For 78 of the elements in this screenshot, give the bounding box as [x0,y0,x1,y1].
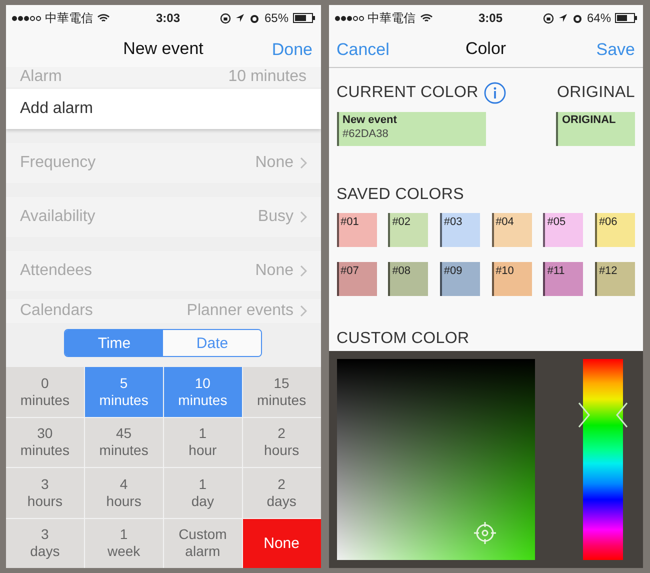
signal-icon [334,16,364,20]
alarm-option[interactable]: None [242,518,320,568]
saved-color-swatch[interactable]: #09 [440,262,480,296]
row-value: 10 minutes [228,68,306,86]
color-gradient-field[interactable] [336,359,534,560]
segment-tab[interactable]: Time [65,330,164,356]
carrier-name: 中華電信 [368,10,416,26]
alarm-option[interactable]: 4 hours [84,468,163,518]
alarm-option[interactable]: 2 hours [242,418,320,467]
row-value: Planner events [186,302,294,320]
row-value: None [255,262,294,280]
saved-color-swatch[interactable]: #05 [543,213,584,247]
status-time: 3:05 [478,11,503,25]
row-label: Alarm [20,68,62,86]
chevron-icon [300,305,306,317]
nav-title: New event [123,39,204,59]
location-arrow-icon [558,13,568,23]
saved-color-swatch[interactable]: #04 [492,213,532,247]
location-arrow-icon [235,13,246,23]
signal-icon [12,16,41,20]
segment-tab[interactable]: Date [163,330,262,356]
wifi-icon [97,13,110,23]
alarm-option[interactable]: 1 week [84,518,163,568]
chevron-icon [300,211,306,223]
row-label: Calendars [20,302,93,320]
chevron-icon [300,157,306,169]
rotation-lock-icon [542,12,554,24]
swatch-name: ORIGINAL [562,114,617,126]
section-heading: ORIGINAL [556,84,635,102]
alarm-clock-icon [249,12,260,24]
battery-icon [292,13,314,23]
alarm-clock-icon [572,12,583,24]
section-heading: CURRENT COLOR [336,84,478,102]
alarm-option[interactable]: 15 minutes [242,367,320,416]
saved-color-swatch[interactable]: #06 [594,213,635,247]
saved-color-swatch[interactable]: #03 [440,213,480,247]
swatch-hex: #62DA38 [342,128,390,140]
info-icon[interactable] [484,82,506,104]
row-value: Busy [258,208,294,226]
saved-color-swatch[interactable]: #07 [336,262,376,296]
alarm-option[interactable]: 2 days [242,468,320,518]
row-label: Availability [20,208,96,226]
saved-color-swatch[interactable]: #02 [388,213,428,247]
alarm-option[interactable]: 0 minutes [6,367,84,416]
save-button[interactable]: Save [592,38,639,62]
alarm-option[interactable]: 3 days [6,518,84,568]
saved-color-swatch[interactable]: #01 [336,213,376,247]
row-value: None [255,154,294,172]
alarm-option[interactable]: Custom alarm [164,518,242,568]
battery-percent: 65% [264,11,288,25]
battery-icon [615,13,637,23]
wifi-icon [420,13,432,23]
chevron-icon [300,265,306,277]
alarm-option[interactable]: 1 day [164,468,242,518]
saved-color-swatch[interactable]: #11 [543,262,584,296]
saved-color-swatch[interactable]: #10 [492,262,532,296]
carrier-name: 中華電信 [45,10,93,26]
nav-title: Color [465,39,506,59]
section-heading: SAVED COLORS [336,186,465,204]
row-label: Frequency [20,154,96,172]
done-button[interactable]: Done [268,38,316,62]
alarm-option[interactable]: 30 minutes [6,418,84,467]
swatch-name: New event [342,114,398,126]
saved-color-swatch[interactable]: #08 [388,262,428,296]
row-label: Attendees [20,262,92,280]
slider-handle[interactable] [577,401,629,430]
section-heading: CUSTOM COLOR [336,330,470,348]
alarm-option[interactable]: 45 minutes [84,418,163,467]
battery-percent: 64% [586,11,611,25]
alarm-option[interactable]: 1 hour [164,418,242,467]
add-alarm-row[interactable]: Add alarm [6,89,320,129]
alarm-option[interactable]: 10 minutes [164,367,242,416]
rotation-lock-icon [220,12,232,24]
cancel-button[interactable]: Cancel [332,38,394,62]
alarm-option[interactable]: 5 minutes [84,367,163,416]
status-time: 3:03 [156,11,180,25]
alarm-option[interactable]: 3 hours [6,468,84,518]
saved-color-swatch[interactable]: #12 [594,262,635,296]
